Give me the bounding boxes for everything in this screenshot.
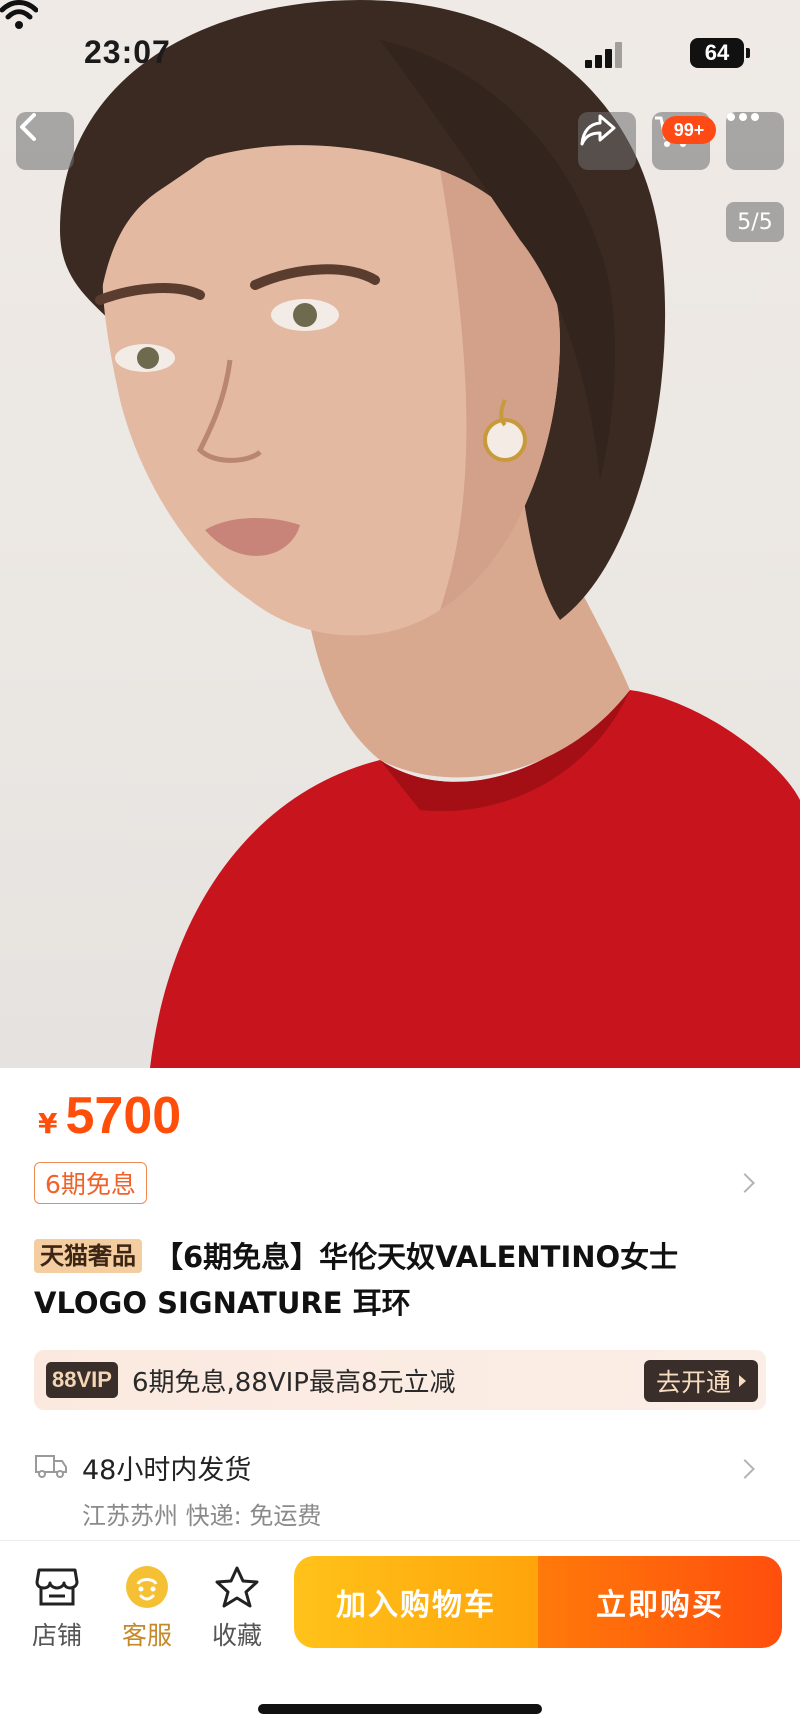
store-icon	[35, 1568, 79, 1606]
back-icon	[20, 113, 36, 141]
purchase-actions: 加入购物车 立即购买	[294, 1556, 782, 1648]
buy-now-button[interactable]: 立即购买	[538, 1556, 782, 1648]
favorite-tab[interactable]: 收藏	[202, 1562, 272, 1652]
chevron-right-icon[interactable]	[735, 1173, 755, 1193]
add-to-cart-button[interactable]: 加入购物车	[294, 1556, 538, 1648]
status-bar: 23:07 64	[0, 0, 800, 100]
home-indicator[interactable]	[258, 1704, 542, 1714]
service-icon	[126, 1566, 168, 1608]
price-row: ¥ 5700	[38, 1086, 181, 1146]
product-title-block: 天猫奢品 【6期免息】华伦天奴VALENTINO女士VLOGO SIGNATURE…	[34, 1234, 774, 1326]
vip-badge: 88VIP	[46, 1362, 118, 1398]
share-button[interactable]	[578, 112, 636, 170]
product-image[interactable]: 23:07 64 99+ 5/5	[0, 0, 800, 1068]
divider	[0, 1540, 800, 1541]
triangle-right-icon	[739, 1375, 746, 1387]
more-button[interactable]	[726, 112, 784, 170]
currency-symbol: ¥	[38, 1107, 58, 1140]
share-icon	[580, 114, 616, 146]
delivery-time: 48小时内发货	[82, 1455, 252, 1486]
favorite-tab-label: 收藏	[211, 1621, 262, 1650]
vip-open-button[interactable]: 去开通	[643, 1360, 758, 1402]
chevron-right-icon[interactable]	[735, 1459, 755, 1479]
cart-count-badge: 99+	[662, 116, 716, 144]
store-tab-label: 店铺	[31, 1621, 82, 1650]
truck-icon	[35, 1455, 67, 1478]
service-tab-label: 客服	[121, 1621, 172, 1650]
tmall-luxury-tag: 天猫奢品	[34, 1239, 142, 1273]
vip-promo-text: 6期免息,88VIP最高8元立减	[131, 1367, 456, 1398]
more-icon	[727, 113, 759, 121]
installment-tag[interactable]: 6期免息	[34, 1162, 147, 1204]
image-page-indicator: 5/5	[726, 202, 784, 242]
customer-service-tab[interactable]: 客服	[112, 1562, 182, 1652]
wifi-icon	[0, 0, 38, 29]
price-value: 5700	[65, 1087, 182, 1145]
vip-promo-bar[interactable]: 88VIP 6期免息,88VIP最高8元立减 去开通	[34, 1350, 766, 1410]
battery-indicator: 64	[690, 38, 750, 68]
status-time: 23:07	[84, 34, 171, 70]
vip-open-label: 去开通	[655, 1368, 731, 1397]
star-icon	[215, 1566, 259, 1608]
signal-icon	[585, 42, 625, 68]
delivery-detail: 江苏苏州 快递: 免运费	[82, 1502, 322, 1530]
back-button[interactable]	[16, 112, 74, 170]
store-tab[interactable]: 店铺	[22, 1562, 92, 1652]
